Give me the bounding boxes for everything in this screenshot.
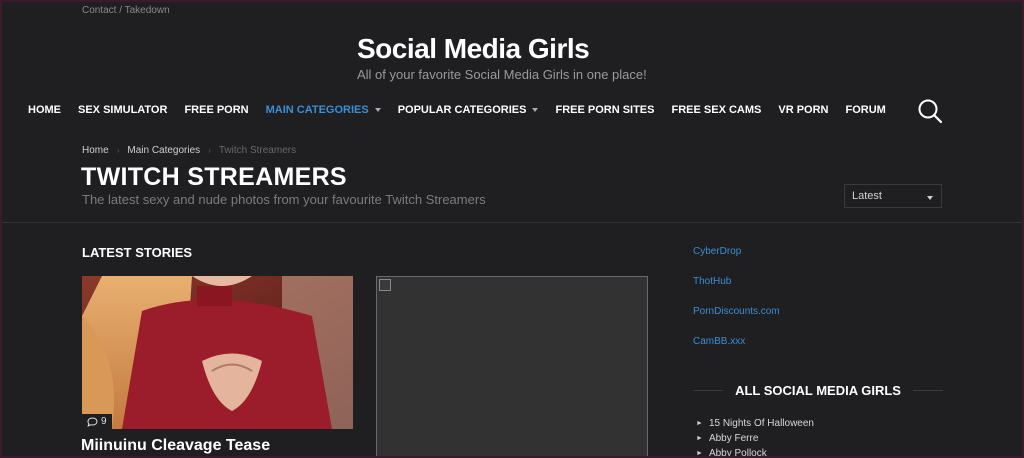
sidebar-link-cambb[interactable]: CamBB.xxx [693, 336, 780, 366]
nav-forum[interactable]: FORUM [845, 104, 885, 116]
comment-icon [87, 416, 98, 427]
header-divider [0, 222, 1024, 223]
page-description: The latest sexy and nude photos from you… [82, 192, 486, 207]
sidebar-heading-text: ALL SOCIAL MEDIA GIRLS [735, 383, 901, 398]
story-thumbnail[interactable] [82, 276, 353, 429]
nav-label: FREE PORN [184, 104, 249, 116]
nav-popular-categories[interactable]: POPULAR CATEGORIES [398, 104, 539, 116]
contact-takedown-link[interactable]: Contact / Takedown [82, 5, 170, 16]
sidebar-links: CyberDrop ThotHub PornDiscounts.com CamB… [693, 246, 780, 366]
breadcrumb-separator-icon: › [208, 146, 211, 155]
nav-home[interactable]: HOME [28, 104, 61, 116]
breadcrumb-current: Twitch Streamers [218, 145, 297, 156]
sort-select-value: Latest [852, 190, 882, 202]
nav-label: HOME [28, 104, 61, 116]
nav-free-porn[interactable]: FREE PORN [184, 104, 248, 116]
nav-label: MAIN CATEGORIES [265, 104, 369, 116]
sidebar-link-thothub[interactable]: ThotHub [693, 276, 780, 306]
main-nav: HOME SEX SIMULATOR FREE PORN MAIN CATEGO… [28, 104, 903, 116]
triangle-right-icon: ► [696, 420, 703, 427]
site-logo[interactable]: Social Media Girls [357, 33, 590, 65]
section-title: LATEST STORIES [82, 245, 193, 260]
nav-free-porn-sites[interactable]: FREE PORN SITES [555, 104, 654, 116]
nav-vr-porn[interactable]: VR PORN [778, 104, 828, 116]
broken-image-icon [379, 279, 391, 291]
breadcrumb-separator-icon: › [116, 146, 120, 155]
story-thumbnail-broken[interactable] [376, 276, 648, 458]
sidebar-list: ► 15 Nights Of Halloween ► Abby Ferre ► Abb… [696, 416, 814, 458]
comment-count: 9 [101, 416, 107, 427]
nav-label: FREE PORN SITES [555, 104, 655, 116]
chevron-down-icon [532, 108, 539, 112]
nav-label: SEX SIMULATOR [78, 104, 168, 116]
list-item-label: 15 Nights Of Halloween [708, 418, 814, 429]
sidebar-heading: ALL SOCIAL MEDIA GIRLS [693, 383, 944, 398]
nav-label: FORUM [845, 104, 886, 116]
breadcrumb-home[interactable]: Home [82, 145, 109, 156]
sidebar-link-cyberdrop[interactable]: CyberDrop [693, 246, 780, 276]
list-item-label: Abby Ferre [708, 433, 759, 444]
list-item[interactable]: ► Abby Ferre [696, 431, 814, 446]
list-item[interactable]: ► 15 Nights Of Halloween [696, 416, 814, 431]
list-item-label: Abby Pollock [708, 448, 767, 458]
nav-label: POPULAR CATEGORIES [397, 104, 527, 116]
breadcrumb-main-categories[interactable]: Main Categories [127, 145, 200, 156]
nav-main-categories[interactable]: MAIN CATEGORIES [266, 104, 381, 116]
site-tagline: All of your favorite Social Media Girls … [357, 67, 647, 82]
comment-count-badge[interactable]: 9 [82, 414, 112, 429]
sort-select[interactable]: Latest [844, 184, 942, 208]
nav-label: VR PORN [778, 104, 829, 116]
chevron-down-icon [927, 196, 933, 200]
story-thumbnail-image [82, 276, 353, 429]
breadcrumb: Home › Main Categories › Twitch Streamer… [82, 145, 296, 156]
heading-rule [912, 390, 944, 391]
triangle-right-icon: ► [696, 450, 703, 457]
sidebar-link-porndiscounts[interactable]: PornDiscounts.com [693, 306, 780, 336]
triangle-right-icon: ► [696, 435, 703, 442]
nav-sex-simulator[interactable]: SEX SIMULATOR [78, 104, 167, 116]
search-icon[interactable] [917, 98, 943, 129]
heading-rule [693, 390, 724, 391]
story-title[interactable]: Miinuinu Cleavage Tease [81, 437, 270, 455]
list-item[interactable]: ► Abby Pollock [696, 446, 814, 458]
chevron-down-icon [374, 108, 381, 112]
nav-label: FREE SEX CAMS [671, 104, 762, 116]
page-title: TWITCH STREAMERS [81, 163, 347, 191]
nav-free-sex-cams[interactable]: FREE SEX CAMS [672, 104, 762, 116]
